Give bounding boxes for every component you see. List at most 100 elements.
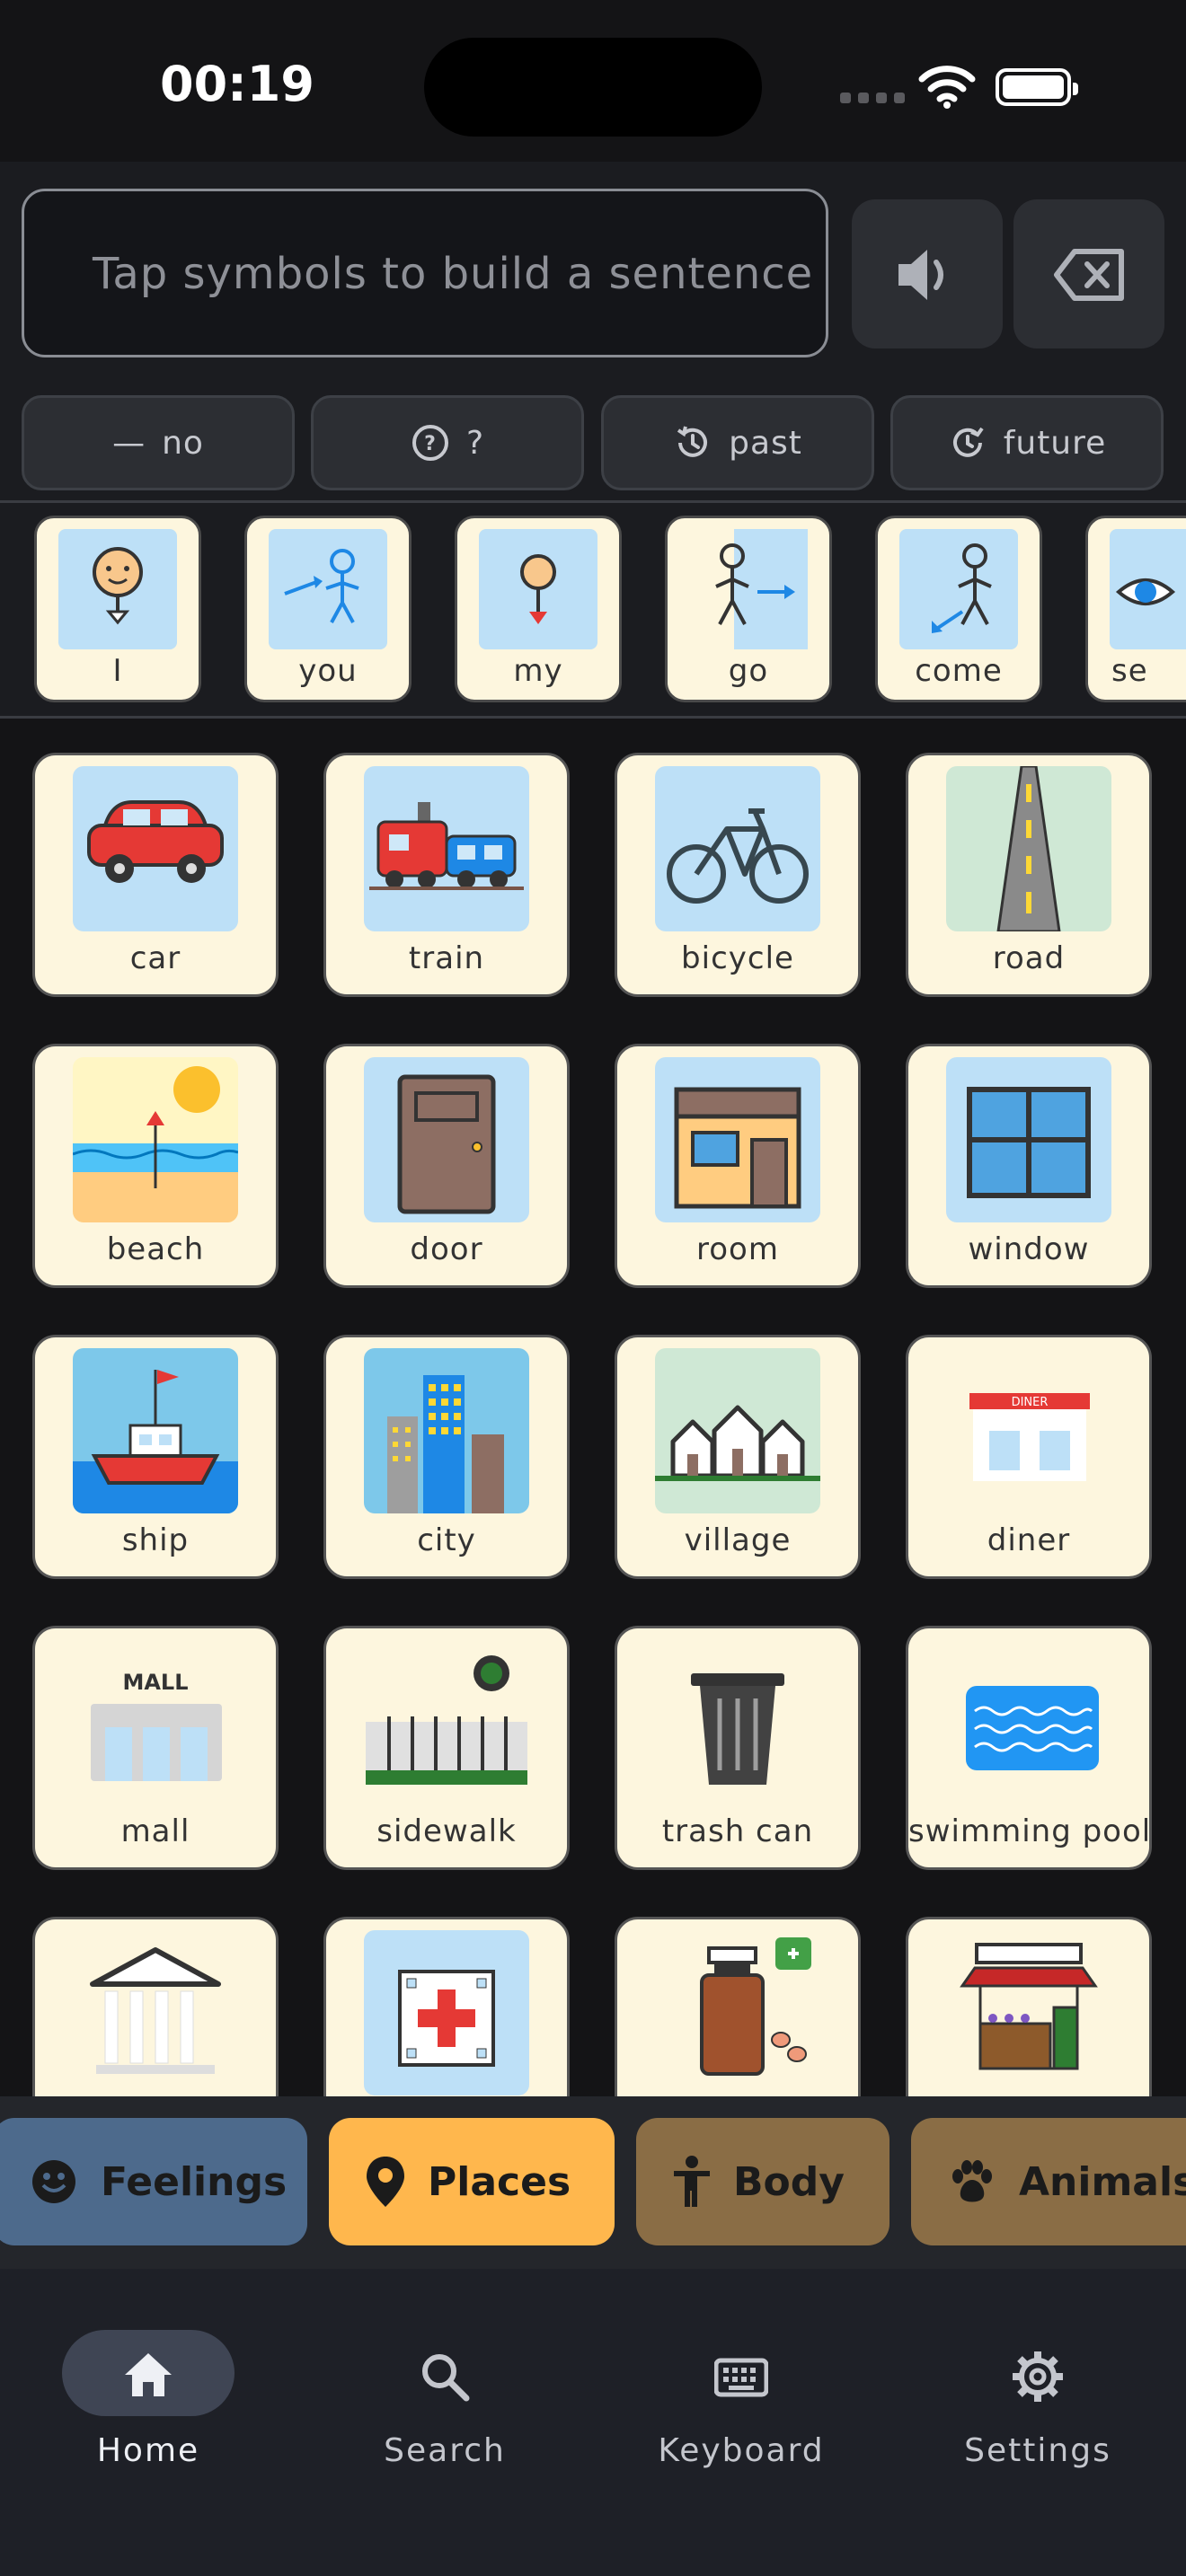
question-icon: ?: [412, 425, 448, 461]
minus-icon: —: [112, 424, 146, 462]
symbol-tile-swimming-pool[interactable]: swimming pool: [906, 1626, 1152, 1870]
category-feelings-chip[interactable]: Feelings: [0, 2118, 307, 2245]
svg-text:?: ?: [424, 433, 437, 455]
backspace-icon: [1054, 249, 1124, 301]
symbol-label: city: [417, 1522, 476, 1558]
symbol-label: village: [684, 1522, 792, 1558]
core-word-tile[interactable]: se: [1085, 516, 1186, 702]
category-body-chip[interactable]: Body: [636, 2118, 890, 2245]
core-word-label: go: [728, 653, 769, 689]
modifier-label: no: [162, 424, 204, 462]
home-icon: [125, 2353, 172, 2396]
symbol-tile-village[interactable]: village: [615, 1335, 861, 1579]
status-bar: 00:19: [0, 0, 1186, 162]
category-label: Body: [733, 2158, 845, 2205]
gear-icon: [1013, 2351, 1063, 2402]
diner-sign-text: DINER: [1012, 1396, 1049, 1409]
symbol-label: door: [410, 1231, 483, 1267]
modifier-no-button[interactable]: — no: [22, 395, 295, 490]
nav-settings[interactable]: Settings: [890, 2305, 1186, 2469]
core-word-tile[interactable]: you: [244, 516, 412, 702]
cellular-signal-icon: [840, 90, 912, 107]
smiley-icon: [32, 2160, 75, 2203]
core-word-tile[interactable]: I: [34, 516, 201, 702]
core-word-label: my: [513, 653, 563, 689]
category-animals-chip[interactable]: Animals: [911, 2118, 1186, 2245]
symbol-tile-trash-can[interactable]: trash can: [615, 1626, 861, 1870]
battery-icon: [996, 68, 1078, 106]
core-word-label: I: [112, 653, 123, 689]
symbol-tile-car[interactable]: car: [32, 753, 279, 997]
category-label: Animals: [1019, 2158, 1186, 2205]
modifier-question-button[interactable]: ? ?: [311, 395, 584, 490]
core-word-label: come: [915, 653, 1003, 689]
symbol-tile-hospital[interactable]: [323, 1917, 570, 2096]
core-word-label: you: [298, 653, 358, 689]
symbol-tile-door[interactable]: door: [323, 1044, 570, 1288]
symbol-tile-ship[interactable]: ship: [32, 1335, 279, 1579]
refresh-icon: [952, 427, 984, 457]
symbol-tile-mall[interactable]: MALL mall: [32, 1626, 279, 1870]
history-icon: [677, 426, 708, 457]
core-word-strip[interactable]: I you my go come se: [0, 503, 1186, 716]
symbol-grid[interactable]: car train bicycle road beach door room w…: [0, 719, 1186, 2096]
symbol-tile-market[interactable]: [906, 1917, 1152, 2096]
keyboard-icon: [714, 2358, 768, 2397]
nav-label: Search: [384, 2432, 506, 2469]
symbol-label: mall: [120, 1813, 190, 1849]
dynamic-island: [424, 38, 762, 137]
search-icon: [422, 2354, 470, 2402]
core-word-tile[interactable]: my: [455, 516, 622, 702]
category-places-chip[interactable]: Places: [329, 2118, 615, 2245]
location-pin-icon: [367, 2157, 404, 2207]
core-word-tile[interactable]: come: [875, 516, 1042, 702]
modifier-future-button[interactable]: future: [890, 395, 1164, 490]
sentence-bar: Tap symbols to build a sentence: [0, 162, 1186, 386]
symbol-label: window: [968, 1231, 1090, 1267]
symbol-tile-museum[interactable]: [32, 1917, 279, 2096]
paw-icon: [952, 2160, 992, 2202]
nav-search[interactable]: Search: [296, 2305, 593, 2469]
symbol-label: road: [992, 940, 1066, 976]
modifier-label: past: [729, 424, 802, 462]
wifi-icon: [918, 66, 976, 109]
symbol-tile-road[interactable]: road: [906, 753, 1152, 997]
symbol-label: bicycle: [681, 940, 794, 976]
backspace-button[interactable]: [1013, 199, 1164, 348]
status-time: 00:19: [160, 56, 314, 112]
nav-label: Settings: [964, 2432, 1111, 2469]
symbol-label: car: [129, 940, 181, 976]
symbol-tile-bicycle[interactable]: bicycle: [615, 753, 861, 997]
speaker-icon: [898, 250, 943, 300]
symbol-tile-sidewalk[interactable]: sidewalk: [323, 1626, 570, 1870]
symbol-tile-window[interactable]: window: [906, 1044, 1152, 1288]
modifier-label: future: [1003, 424, 1107, 462]
nav-label: Keyboard: [658, 2432, 825, 2469]
symbol-tile-room[interactable]: room: [615, 1044, 861, 1288]
nav-label: Home: [96, 2432, 200, 2469]
sentence-placeholder: Tap symbols to build a sentence: [93, 249, 814, 299]
symbol-label: ship: [121, 1522, 190, 1558]
sentence-input[interactable]: Tap symbols to build a sentence: [22, 189, 828, 357]
symbol-label: sidewalk: [376, 1813, 517, 1849]
symbol-tile-pharmacy[interactable]: [615, 1917, 861, 2096]
symbol-tile-diner[interactable]: DINER diner: [906, 1335, 1152, 1579]
symbol-label: room: [696, 1231, 779, 1267]
symbol-label: train: [408, 940, 485, 976]
body-icon: [674, 2156, 710, 2207]
category-bar[interactable]: Feelings Places Body Animals: [0, 2096, 1186, 2269]
core-word-label: se: [1111, 653, 1148, 689]
symbol-label: diner: [987, 1522, 1071, 1558]
modifier-row: — no ? ? past future: [0, 386, 1186, 501]
symbol-tile-city[interactable]: city: [323, 1335, 570, 1579]
nav-home[interactable]: Home: [0, 2305, 296, 2469]
symbol-tile-beach[interactable]: beach: [32, 1044, 279, 1288]
modifier-label: ?: [465, 424, 485, 462]
symbol-tile-train[interactable]: train: [323, 753, 570, 997]
nav-keyboard[interactable]: Keyboard: [593, 2305, 890, 2469]
symbol-label: trash can: [661, 1813, 814, 1849]
core-word-tile[interactable]: go: [665, 516, 832, 702]
modifier-past-button[interactable]: past: [601, 395, 874, 490]
speak-button[interactable]: [852, 199, 1003, 348]
symbol-label: swimming pool: [908, 1813, 1152, 1849]
